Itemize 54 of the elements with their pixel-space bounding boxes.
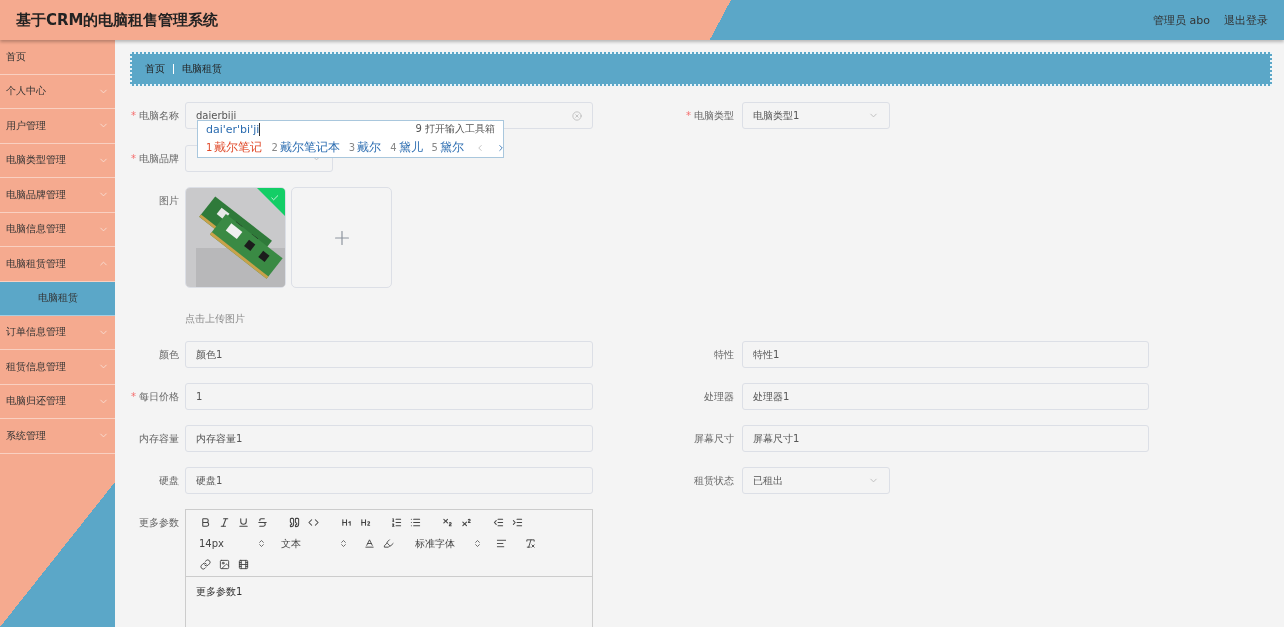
text-field[interactable]: 处理器1 [742,383,1149,410]
sidebar-item[interactable]: 系统管理 [0,419,115,454]
field-label: 租赁状态 [693,474,735,488]
field-label: 内存容量 [138,432,180,446]
sidebar-item[interactable]: 个人中心 [0,74,115,109]
logout-link[interactable]: 退出登录 [1224,12,1268,28]
field-label: 图片 [158,194,180,208]
field-label: 处理器 [703,390,735,404]
sidebar-item[interactable]: 电脑租赁管理 [0,247,115,282]
updown-icon [339,539,348,548]
text-field[interactable]: 屏幕尺寸1 [742,425,1149,452]
breadcrumb-link[interactable]: 电脑租赁 [182,62,222,76]
upload-hint: 点击上传图片 [185,312,246,326]
select-field[interactable]: 已租出 [742,467,890,494]
app-title: 基于CRM的电脑租售管理系统 [16,10,219,30]
field-label: * 电脑名称 [130,109,180,123]
text-field[interactable]: 硬盘1 [185,467,593,494]
field-label: 特性 [713,348,735,362]
field-label: 屏幕尺寸 [693,432,735,446]
field-label: 更多参数 [138,516,180,530]
field-label: * 每日价格 [130,390,180,404]
updown-icon [257,539,266,548]
text-field[interactable]: 颜色1 [185,341,593,368]
sidebar-subitem[interactable]: 电脑租赁 [0,281,115,316]
rich-text-editor[interactable]: 14px 文本 标准字体 更多参数1 [185,509,593,627]
breadcrumb-link[interactable]: 首页 [145,62,165,76]
sidebar-item[interactable]: 电脑归还管理 [0,384,115,419]
sidebar-item[interactable]: 电脑信息管理 [0,212,115,247]
select-field[interactable]: 电脑类型1 [742,102,890,129]
font-size-picker[interactable]: 14px [196,537,266,550]
candidate-item[interactable]: 2 戴尔笔记本 [271,139,340,156]
sidebar-item[interactable]: 租赁信息管理 [0,350,115,385]
sidebar-item[interactable]: 电脑品牌管理 [0,178,115,213]
candidate-item[interactable]: 1 戴尔笔记 [206,139,263,156]
composition-text: dai'er'bi'ji [206,122,261,136]
field-label: * 电脑品牌 [130,152,180,166]
sidebar-item[interactable]: 用户管理 [0,109,115,144]
updown-icon [473,539,482,548]
user-name: 管理员 abo [1153,12,1210,28]
candidate-item[interactable]: 4 黛儿 [390,139,423,156]
candidate-item[interactable]: 3 戴尔 [348,139,382,156]
text-field[interactable]: 特性1 [742,341,1149,368]
field-label: 硬盘 [158,474,180,488]
field-label: * 电脑类型 [685,109,735,123]
text-field[interactable]: 内存容量1 [185,425,593,452]
editor-content[interactable]: 更多参数1 [186,577,592,627]
sidebar-item[interactable]: 电脑类型管理 [0,143,115,178]
sidebar-item[interactable]: 首页 [0,40,115,75]
font-family-picker[interactable]: 标准字体 [412,537,482,550]
heading-picker[interactable]: 文本 [278,537,348,550]
candidate-item[interactable]: 5 黛尔 [431,139,464,156]
field-label: 颜色 [158,348,180,362]
text-field[interactable]: 1 [185,383,593,410]
sidebar-item[interactable]: 订单信息管理 [0,315,115,350]
